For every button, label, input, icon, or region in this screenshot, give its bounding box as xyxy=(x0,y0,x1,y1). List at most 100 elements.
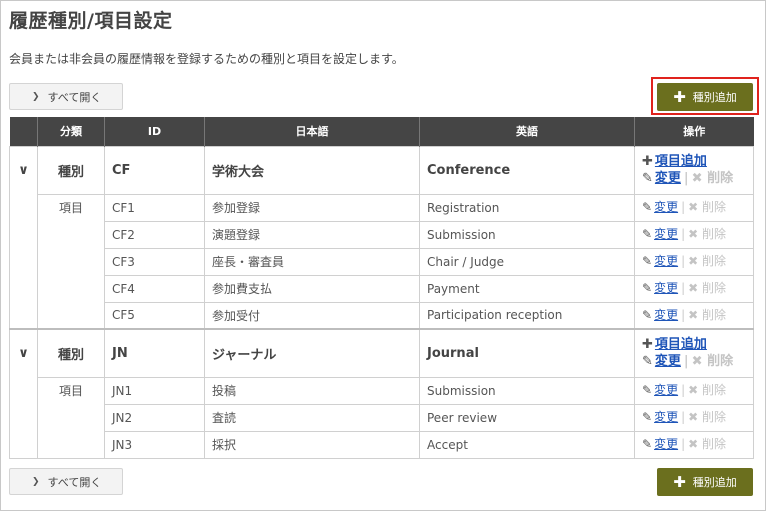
delete-link: 削除 xyxy=(702,227,727,241)
english-cell: Peer review xyxy=(419,403,635,432)
english-cell: Journal xyxy=(419,328,635,378)
x-icon: ✖ xyxy=(688,383,699,397)
japanese-cell: 採択 xyxy=(204,430,420,459)
edit-link[interactable]: 変更 xyxy=(654,227,678,241)
japanese-cell: 学術大会 xyxy=(204,145,420,195)
blank-cell xyxy=(9,194,38,221)
table-row: JN3 採択 Accept ✎ 変更 | ✖ 削除 xyxy=(9,430,754,459)
x-icon: ✖ xyxy=(688,307,699,322)
english-cell: Payment xyxy=(419,274,635,303)
pencil-icon: ✎ xyxy=(642,383,653,397)
pencil-icon: ✎ xyxy=(642,307,653,322)
blank-cell xyxy=(37,431,105,459)
delete-link: 削除 xyxy=(702,410,727,424)
id-cell: CF5 xyxy=(104,301,205,330)
operations-cell: ✎ 変更 | ✖ 削除 xyxy=(634,301,754,330)
collapse-toggle[interactable]: ∨ xyxy=(9,328,38,377)
edit-link[interactable]: 変更 xyxy=(654,383,678,397)
edit-link[interactable]: 変更 xyxy=(655,171,681,186)
x-icon: ✖ xyxy=(691,354,703,370)
expand-all-button-top[interactable]: ❯ すべて開く xyxy=(9,83,123,110)
expand-all-label: すべて開く xyxy=(47,475,102,489)
japanese-cell: 演題登録 xyxy=(204,220,420,249)
chevron-down-icon: ∨ xyxy=(18,162,29,178)
pencil-icon: ✎ xyxy=(642,171,653,186)
edit-link[interactable]: 変更 xyxy=(654,410,678,424)
edit-link[interactable]: 変更 xyxy=(654,254,678,268)
blank-cell xyxy=(9,275,38,302)
page-title: 履歴種別/項目設定 xyxy=(9,10,173,32)
delete-link: 削除 xyxy=(702,383,727,397)
blank-cell xyxy=(9,377,38,404)
plus-icon: ✚ xyxy=(673,473,686,491)
blank-cell xyxy=(37,302,105,330)
edit-link[interactable]: 変更 xyxy=(655,354,681,369)
operations-cell: ✎ 変更 | ✖ 削除 xyxy=(634,247,754,276)
operations-cell: ✎ 変更 | ✖ 削除 xyxy=(634,403,754,432)
blank-cell xyxy=(9,431,38,459)
chevron-down-icon: ∨ xyxy=(18,346,29,361)
table-row: ∨ 種別 JN ジャーナル Journal ✚ 項目追加 ✎ 変更 | ✖ 削除 xyxy=(9,328,754,378)
japanese-cell: 座長・審査員 xyxy=(204,247,420,276)
japanese-cell: 投稿 xyxy=(204,376,420,405)
pencil-icon: ✎ xyxy=(642,254,653,268)
edit-link[interactable]: 変更 xyxy=(654,281,678,295)
category-cell: 種別 xyxy=(37,145,105,195)
english-cell: Submission xyxy=(419,376,635,405)
edit-link[interactable]: 変更 xyxy=(654,200,678,214)
operations-cell: ✎ 変更 | ✖ 削除 xyxy=(634,193,754,222)
id-cell: JN3 xyxy=(104,430,205,459)
expand-all-button-bottom[interactable]: ❯ すべて開く xyxy=(9,468,123,495)
id-cell: JN1 xyxy=(104,376,205,405)
table-row: 項目 CF1 参加登録 Registration ✎ 変更 | ✖ 削除 xyxy=(9,193,754,222)
id-cell: JN2 xyxy=(104,403,205,432)
id-cell: CF1 xyxy=(104,193,205,222)
category-cell: 項目 xyxy=(37,376,105,404)
header-operations: 操作 xyxy=(634,117,754,146)
x-icon: ✖ xyxy=(688,254,699,268)
english-cell: Participation reception xyxy=(419,301,635,330)
add-item-link[interactable]: 項目追加 xyxy=(655,154,707,169)
chevron-right-icon: ❯ xyxy=(32,91,40,102)
id-cell: CF2 xyxy=(104,220,205,249)
add-type-label: 種別追加 xyxy=(692,476,737,489)
add-item-link[interactable]: 項目追加 xyxy=(655,337,707,352)
add-type-button-bottom[interactable]: ✚ 種別追加 xyxy=(657,468,753,496)
blank-cell xyxy=(9,302,38,330)
operations-cell: ✎ 変更 | ✖ 削除 xyxy=(634,274,754,303)
english-cell: Conference xyxy=(419,145,635,195)
table-row: CF2 演題登録 Submission ✎ 変更 | ✖ 削除 xyxy=(9,220,754,249)
pencil-icon: ✎ xyxy=(642,281,653,295)
x-icon: ✖ xyxy=(688,437,699,451)
collapse-toggle[interactable]: ∨ xyxy=(9,145,38,194)
operations-cell: ✚ 項目追加 ✎ 変更 | ✖ 削除 xyxy=(634,145,754,195)
blank-cell xyxy=(37,275,105,302)
id-cell: CF xyxy=(104,145,205,195)
plus-icon: ✚ xyxy=(642,337,653,353)
header-japanese: 日本語 xyxy=(204,117,420,146)
edit-link[interactable]: 変更 xyxy=(654,437,678,451)
english-cell: Submission xyxy=(419,220,635,249)
blank-cell xyxy=(9,221,38,248)
x-icon: ✖ xyxy=(688,281,699,295)
x-icon: ✖ xyxy=(688,410,699,424)
edit-link[interactable]: 変更 xyxy=(654,308,678,322)
blank-cell xyxy=(37,404,105,431)
pencil-icon: ✎ xyxy=(642,437,653,451)
pencil-icon: ✎ xyxy=(642,354,653,370)
pencil-icon: ✎ xyxy=(642,410,653,424)
japanese-cell: ジャーナル xyxy=(204,328,420,378)
table-row: CF3 座長・審査員 Chair / Judge ✎ 変更 | ✖ 削除 xyxy=(9,247,754,276)
id-cell: CF3 xyxy=(104,247,205,276)
delete-link: 削除 xyxy=(702,254,727,268)
blank-cell xyxy=(9,404,38,431)
highlight-box xyxy=(651,77,759,115)
category-cell: 項目 xyxy=(37,193,105,221)
table-header-row: 分類 ID 日本語 英語 操作 xyxy=(9,117,754,146)
japanese-cell: 参加受付 xyxy=(204,301,420,330)
plus-icon: ✚ xyxy=(642,154,653,169)
english-cell: Chair / Judge xyxy=(419,247,635,276)
operations-cell: ✚ 項目追加 ✎ 変更 | ✖ 削除 xyxy=(634,328,754,378)
operations-cell: ✎ 変更 | ✖ 削除 xyxy=(634,220,754,249)
delete-link: 削除 xyxy=(707,354,734,370)
